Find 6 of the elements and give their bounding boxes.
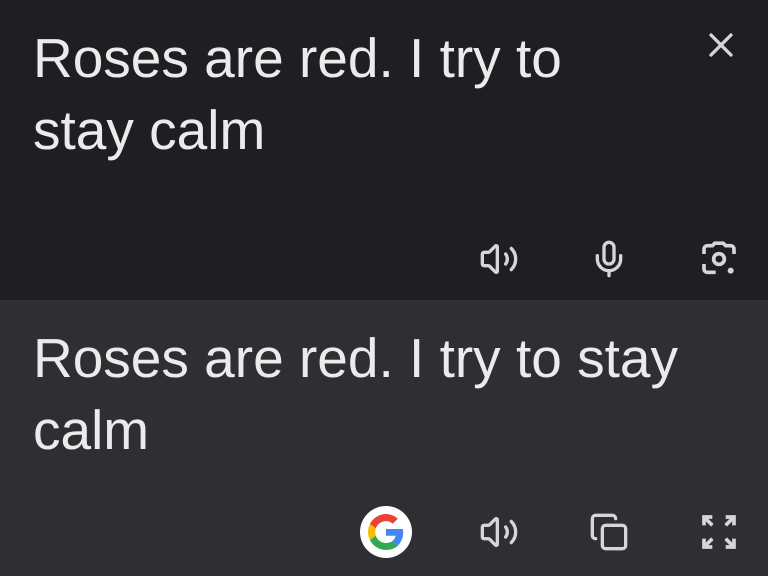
fullscreen-icon xyxy=(699,512,739,552)
google-icon xyxy=(368,514,404,550)
copy-icon xyxy=(589,512,629,552)
google-button[interactable] xyxy=(360,506,412,558)
source-text: Roses are red. I try to stay calm xyxy=(33,26,563,163)
translation-text: Roses are red. I try to stay calm xyxy=(33,326,679,463)
